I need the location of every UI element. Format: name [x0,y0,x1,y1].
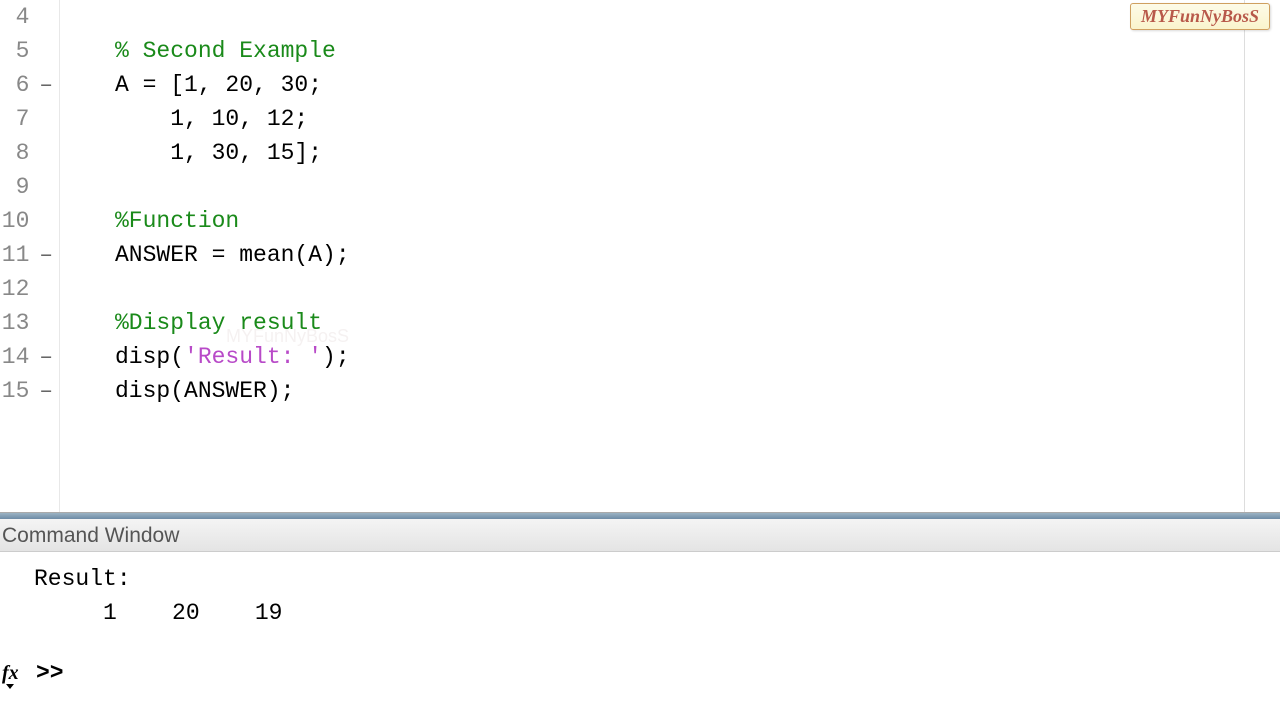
code-line[interactable]: 1, 10, 12; [115,102,1280,136]
command-window-body[interactable]: Result: 1 20 19 fx >> [0,552,1280,686]
pane-divider[interactable] [0,512,1280,519]
code-line[interactable] [115,170,1280,204]
output-line: Result: [34,562,1280,596]
code-line[interactable]: %Function [115,204,1280,238]
line-number: 14– [0,340,55,374]
code-line[interactable]: disp('Result: '); [115,340,1280,374]
output-line: 1 20 19 [34,596,1280,630]
editor-area[interactable]: MYFunNyBosS MYFunNyBosS 4 5 6– 7 8 9 10 … [0,0,1280,512]
code-line[interactable]: disp(ANSWER); [115,374,1280,408]
line-number: 6– [0,68,55,102]
line-number-gutter: 4 5 6– 7 8 9 10 11– 12 13 14– 15– [0,0,60,512]
editor-right-margin [1244,0,1245,512]
line-number: 7 [0,102,55,136]
code-line[interactable]: A = [1, 20, 30; [115,68,1280,102]
command-prompt-row[interactable]: fx >> [2,660,1280,686]
line-number: 12 [0,272,55,306]
watermark-badge: MYFunNyBosS [1130,3,1270,30]
code-line[interactable] [115,272,1280,306]
line-number: 10 [0,204,55,238]
prompt-chevrons: >> [36,660,64,686]
line-number: 15– [0,374,55,408]
code-body[interactable]: % Second Example A = [1, 20, 30; 1, 10, … [60,0,1280,512]
code-line[interactable]: % Second Example [115,34,1280,68]
line-number: 8 [0,136,55,170]
code-line[interactable] [115,0,1280,34]
line-number: 9 [0,170,55,204]
line-number: 5 [0,34,55,68]
fx-icon[interactable]: fx [2,662,28,685]
code-line[interactable]: 1, 30, 15]; [115,136,1280,170]
command-window-title: Command Window [0,519,1280,552]
code-line[interactable]: ANSWER = mean(A); [115,238,1280,272]
line-number: 4 [0,0,55,34]
line-number: 13 [0,306,55,340]
line-number: 11– [0,238,55,272]
code-line[interactable]: %Display result [115,306,1280,340]
